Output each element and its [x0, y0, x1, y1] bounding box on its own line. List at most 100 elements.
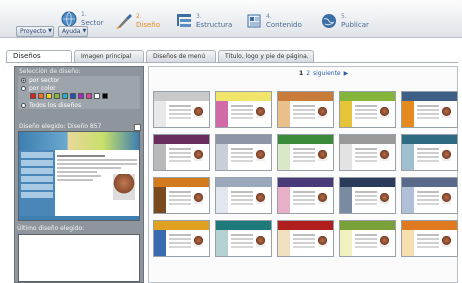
thumbnail-header — [402, 221, 457, 230]
design-thumbnail[interactable] — [215, 91, 272, 128]
thumbnail-photo — [380, 193, 389, 204]
thumbnail-menu — [154, 144, 166, 170]
tab-bar: Diseños Imagen principal Diseños de menú… — [6, 50, 314, 62]
color-swatch[interactable] — [94, 93, 100, 99]
thumbnail-text — [355, 148, 377, 150]
design-thumbnail[interactable] — [153, 220, 210, 257]
ayuda-menu-button[interactable]: Ayuda ▼ — [58, 26, 88, 37]
design-thumbnail[interactable] — [277, 91, 334, 128]
design-thumbnail[interactable] — [339, 134, 396, 171]
color-swatch[interactable] — [86, 93, 92, 99]
thumbnail-menu — [340, 144, 352, 170]
design-thumbnail[interactable] — [153, 134, 210, 171]
design-thumbnail[interactable] — [277, 220, 334, 257]
color-swatch[interactable] — [70, 93, 76, 99]
pagination: 1 2 siguiente ▶ — [299, 70, 348, 77]
step-number: 1. — [81, 11, 87, 18]
color-swatch[interactable] — [30, 93, 36, 99]
color-swatch[interactable] — [102, 93, 108, 99]
thumbnail-header — [402, 135, 457, 144]
design-thumbnail[interactable] — [277, 134, 334, 171]
tab-imagen-principal[interactable]: Imagen principal — [74, 50, 144, 62]
radio-todos-los-disenos[interactable]: Todos los diseños — [18, 101, 140, 109]
proyecto-menu-button[interactable]: Proyecto ▼ — [16, 26, 54, 37]
selected-design-title: Diseño elegido: Diseño 857 — [15, 121, 143, 131]
expand-toggle-icon[interactable] — [134, 124, 141, 131]
thumbnail-photo — [194, 150, 203, 161]
tab-divider — [6, 62, 458, 63]
design-thumbnail[interactable] — [401, 91, 458, 128]
thumbnail-text — [417, 191, 439, 193]
color-swatch[interactable] — [78, 93, 84, 99]
step-publicar[interactable]: 5. Publicar — [320, 8, 369, 34]
thumbnail-menu — [154, 101, 166, 127]
step-diseno[interactable]: 2. Diseño — [115, 8, 160, 34]
thumbnail-header — [154, 92, 209, 101]
last-design-title: Último diseño elegido: — [17, 225, 85, 232]
radio-icon[interactable] — [21, 102, 26, 108]
thumbnail-menu — [402, 187, 414, 213]
last-design-preview — [18, 234, 140, 282]
thumbnail-text — [169, 234, 191, 236]
design-thumbnail[interactable] — [401, 220, 458, 257]
thumbnail-photo — [256, 236, 265, 247]
thumbnail-header — [402, 178, 457, 187]
design-thumbnail[interactable] — [339, 91, 396, 128]
thumbnail-text — [417, 105, 439, 107]
chevron-down-icon: ▼ — [48, 28, 52, 34]
current-page: 1 — [299, 70, 304, 77]
thumbnail-menu — [154, 187, 166, 213]
thumbnail-text — [169, 191, 191, 193]
radio-por-sector[interactable]: por sector — [18, 76, 140, 84]
thumbnail-header — [340, 135, 395, 144]
radio-icon[interactable] — [21, 85, 26, 91]
design-thumbnail[interactable] — [401, 177, 458, 214]
thumbnail-text — [293, 148, 315, 150]
tab-disenos[interactable]: Diseños — [6, 50, 72, 62]
thumbnail-header — [340, 221, 395, 230]
thumbnail-header — [216, 178, 271, 187]
color-swatch[interactable] — [62, 93, 68, 99]
thumbnail-photo — [442, 150, 451, 161]
radio-por-color[interactable]: por color — [18, 84, 140, 92]
thumbnail-photo — [194, 236, 203, 247]
next-arrow-icon[interactable]: ▶ — [344, 70, 349, 77]
preview-footer — [19, 216, 139, 220]
design-thumbnail[interactable] — [277, 177, 334, 214]
tab-titulo-logo-pie[interactable]: Título, logo y pie de página. — [218, 50, 314, 62]
step-number: 2. — [136, 13, 142, 20]
step-label: Contenido — [266, 21, 302, 29]
step-estructura[interactable]: 3. Estructura — [175, 8, 232, 34]
design-thumbnail[interactable] — [339, 177, 396, 214]
thumbnail-menu — [340, 187, 352, 213]
thumbnail-photo — [380, 107, 389, 118]
thumbnail-photo — [442, 107, 451, 118]
thumbnail-photo — [256, 150, 265, 161]
radio-label: Todos los diseños — [29, 101, 82, 109]
content-icon — [247, 14, 261, 28]
thumbnail-menu — [216, 101, 228, 127]
color-swatch[interactable] — [46, 93, 52, 99]
thumbnail-menu — [278, 144, 290, 170]
design-thumbnail[interactable] — [215, 134, 272, 171]
color-swatch[interactable] — [54, 93, 60, 99]
radio-selected-icon[interactable] — [21, 77, 26, 83]
tab-disenos-de-menu[interactable]: Diseños de menú — [146, 50, 216, 62]
thumbnail-text — [355, 105, 377, 107]
design-thumbnail[interactable] — [215, 177, 272, 214]
thumbnail-menu — [340, 230, 352, 256]
design-thumbnail[interactable] — [339, 220, 396, 257]
design-thumbnail[interactable] — [401, 134, 458, 171]
design-thumbnail[interactable] — [153, 91, 210, 128]
next-page-link[interactable]: siguiente — [313, 70, 341, 77]
step-contenido[interactable]: 4. Contenido — [245, 8, 302, 34]
thumbnail-menu — [278, 101, 290, 127]
page-link[interactable]: 2 — [306, 70, 310, 77]
color-swatch[interactable] — [38, 93, 44, 99]
publish-globe-icon — [322, 14, 336, 28]
design-thumbnail[interactable] — [215, 220, 272, 257]
color-swatches — [18, 92, 140, 101]
thumbnail-photo — [256, 193, 265, 204]
thumbnail-text — [355, 234, 377, 236]
design-thumbnail[interactable] — [153, 177, 210, 214]
